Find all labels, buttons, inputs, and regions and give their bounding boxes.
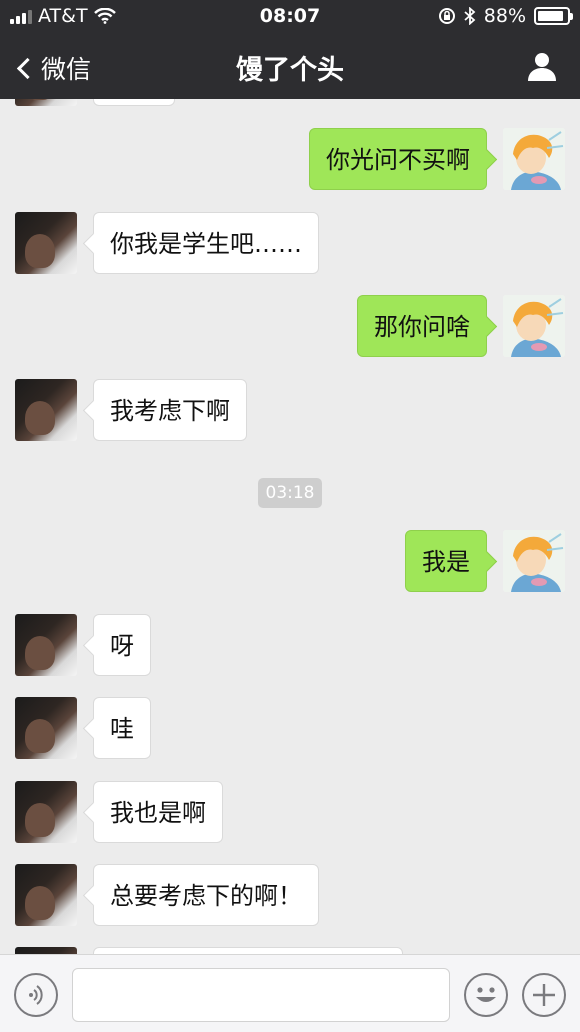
input-bar [0,954,580,1032]
emoji-button[interactable] [464,973,508,1017]
contact-avatar[interactable] [15,947,77,954]
nav-bar: 微信 馒了个头 [0,32,580,99]
message-bubble[interactable]: 那你问啥 [357,295,487,357]
message-bubble[interactable]: 哇 [93,697,151,759]
rotation-lock-icon [438,8,455,24]
contact-avatar[interactable] [15,781,77,843]
battery-percent: 88% [483,5,526,27]
message-bubble[interactable]: 我是 [405,530,487,592]
contact-avatar[interactable] [15,614,77,676]
message-list[interactable]: 你光问不买啊 你我是学生吧…… 那你问啥 我考虑下啊 03:18 我是 呀 哇 … [0,99,580,954]
contact-avatar[interactable] [15,212,77,274]
timestamp-label: 03:18 [258,478,322,508]
emoji-icon [476,987,496,1002]
voice-icon [29,985,43,1005]
battery-icon [534,7,573,25]
my-avatar[interactable] [503,530,565,592]
message-bubble[interactable]: 你我是学生吧…… [93,212,319,274]
message-bubble-partial[interactable] [93,99,175,106]
more-button[interactable] [522,973,566,1017]
status-right: 88% [438,5,573,27]
contact-avatar[interactable] [15,864,77,926]
message-bubble-partial[interactable] [93,947,403,954]
message-bubble[interactable]: 我也是啊 [93,781,223,843]
plus-icon [533,984,555,1006]
message-bubble[interactable]: 你光问不买啊 [309,128,487,190]
message-input[interactable] [72,968,450,1022]
anime-avatar-icon [503,295,565,357]
contact-avatar[interactable] [15,697,77,759]
user-icon[interactable] [526,50,558,82]
chat-title: 馒了个头 [236,55,344,86]
contact-avatar[interactable] [15,379,77,441]
my-avatar[interactable] [503,295,565,357]
message-bubble[interactable]: 我考虑下啊 [93,379,247,441]
contact-avatar[interactable] [15,99,77,106]
voice-button[interactable] [14,973,58,1017]
message-bubble[interactable]: 总要考虑下的啊！ [93,864,319,926]
message-bubble[interactable]: 呀 [93,614,151,676]
status-bar: AT&T 08:07 88% [0,0,580,32]
bluetooth-icon [464,7,476,25]
anime-avatar-icon [503,530,565,592]
my-avatar[interactable] [503,128,565,190]
battery-fill [538,11,563,21]
anime-avatar-icon [503,128,565,190]
